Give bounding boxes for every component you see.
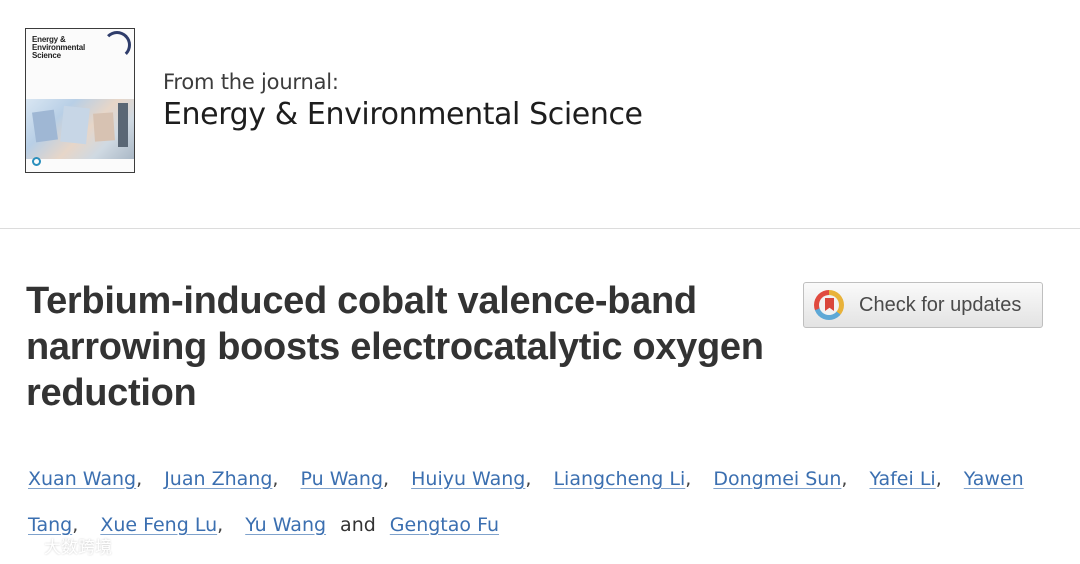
author-separator: , [525,468,532,490]
author-list: Xuan Wang, Juan Zhang, Pu Wang, Huiyu Wa… [28,456,1058,548]
author-link[interactable]: Yafei Li [869,468,935,490]
cover-artwork [26,99,134,159]
author-link[interactable]: Liangcheng Li [553,468,685,490]
author-separator: , [685,468,692,490]
journal-name-link[interactable]: Energy & Environmental Science [163,97,643,132]
author-link[interactable]: Xue Feng Lu [100,514,217,536]
publisher-logo-icon [32,157,41,166]
journal-header: Energy & Environmental Science From the … [0,0,1080,229]
cover-ring-graphic [103,31,131,59]
author-separator: , [841,468,848,490]
author-link[interactable]: Huiyu Wang [411,468,525,490]
author-conjunction: and [340,514,376,536]
author-separator: , [935,468,942,490]
watermark-text: 大数跨境 [44,538,112,558]
header-divider [0,228,1080,229]
cover-title: Energy & Environmental Science [32,35,85,60]
author-separator: , [383,468,390,490]
author-separator: , [136,468,143,490]
author-link[interactable]: Gengtao Fu [390,514,499,536]
author-link[interactable]: Juan Zhang [164,468,272,490]
journal-cover-image[interactable]: Energy & Environmental Science [25,28,135,173]
check-for-updates-icon [814,290,844,320]
watermark: 大数跨境 [10,533,112,558]
check-for-updates-label: Check for updates [859,294,1022,316]
logo-icon [11,538,38,553]
author-link[interactable]: Xuan Wang [28,468,136,490]
author-link[interactable]: Yu Wang [245,514,326,536]
author-separator: , [272,468,279,490]
author-separator: , [217,514,224,536]
check-for-updates-button[interactable]: Check for updates [803,282,1043,328]
article-title: Terbium-induced cobalt valence-band narr… [26,280,764,414]
from-journal-label: From the journal: [163,70,339,94]
author-link[interactable]: Dongmei Sun [713,468,841,490]
author-link[interactable]: Pu Wang [300,468,383,490]
